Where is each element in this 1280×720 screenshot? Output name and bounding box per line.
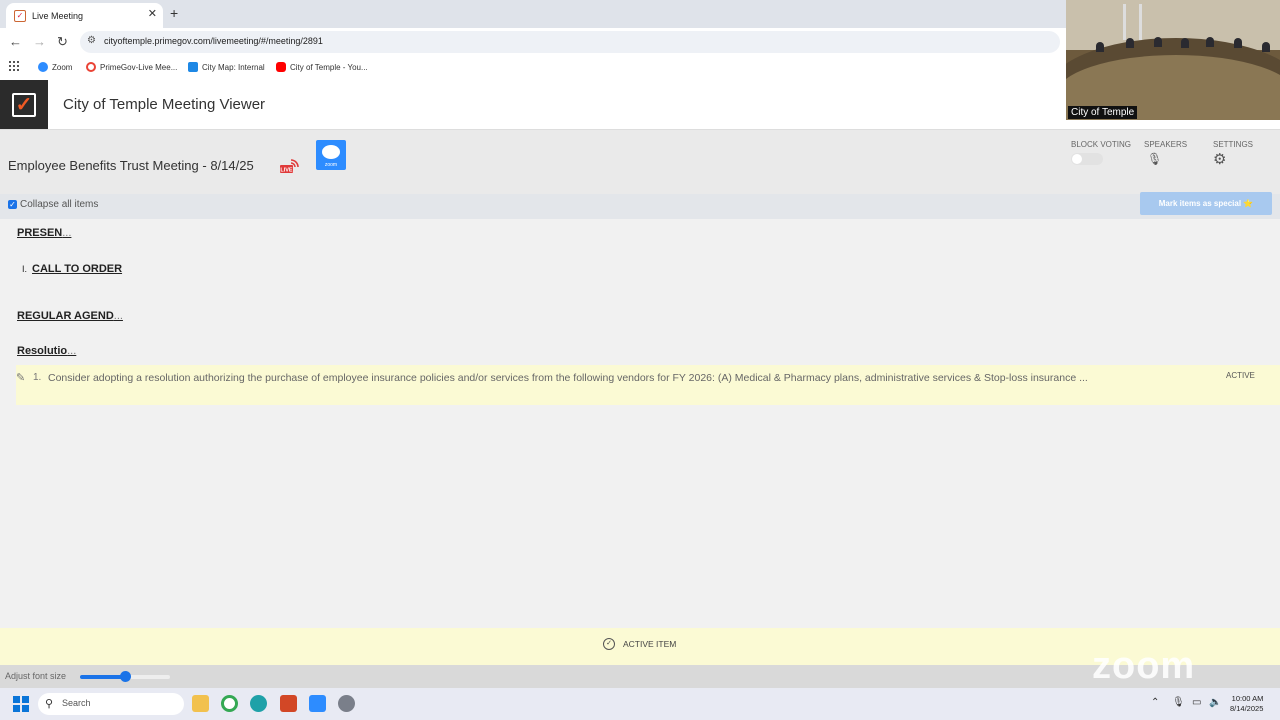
live-label: LIVE [280, 168, 293, 174]
zoom-watermark: zoom [1092, 645, 1196, 687]
collapse-all-label[interactable]: Collapse all items [20, 199, 98, 210]
gear-icon[interactable]: ⚙ [1213, 150, 1226, 168]
app-title: City of Temple Meeting Viewer [63, 96, 266, 113]
app-logo[interactable]: ✓ [0, 80, 48, 129]
tray-chevron-up-icon[interactable]: ⌃ [1151, 697, 1159, 708]
video-caption: City of Temple [1068, 106, 1138, 119]
section-ellipsis: ... [113, 310, 123, 322]
settings-app-icon[interactable] [338, 695, 355, 712]
map-icon [188, 62, 198, 72]
font-size-label: Adjust font size [5, 671, 67, 681]
slider-fill [80, 675, 125, 679]
edge-icon[interactable] [250, 695, 267, 712]
live-broadcast-icon[interactable]: LIVE [280, 157, 302, 175]
meeting-video-feed[interactable]: City of Temple [1066, 0, 1280, 120]
collapse-bar: ✓ Collapse all items Mark items as speci… [0, 192, 1280, 219]
taskbar-clock[interactable]: 10:00 AM 8/14/2025 [1230, 694, 1263, 714]
active-item-bar[interactable]: ✓ ACTIVE ITEM [0, 628, 1280, 665]
section-ellipsis: ... [62, 227, 72, 239]
url-text[interactable]: cityoftemple.primegov.com/livemeeting/#/… [104, 36, 323, 46]
pencil-icon[interactable]: ✎ [16, 371, 25, 384]
agenda-section-regular-agenda[interactable]: REGULAR AGEND... [17, 310, 123, 322]
tab-title: Live Meeting [32, 10, 84, 21]
taskbar-search[interactable]: ⚲ Search [38, 693, 184, 715]
item-number: I. [22, 264, 28, 274]
tray-network-icon[interactable]: ▭ [1192, 697, 1201, 708]
chrome-icon[interactable] [221, 695, 238, 712]
council-member [1206, 37, 1214, 47]
active-agenda-item[interactable]: ✎ 1. Consider adopting a resolution auth… [16, 365, 1280, 405]
council-member [1234, 38, 1242, 48]
google-icon [86, 62, 96, 72]
bookmark-label: PrimeGov-Live Mee... [100, 62, 178, 72]
meeting-header: Employee Benefits Trust Meeting - 8/14/2… [0, 130, 1280, 194]
site-settings-icon[interactable]: ⚙ [87, 35, 96, 46]
powerpoint-icon[interactable] [280, 695, 297, 712]
section-label: Resolutio [17, 345, 68, 357]
bookmark-zoom[interactable]: Zoom [38, 62, 72, 72]
active-item-label: ACTIVE ITEM [623, 639, 677, 649]
active-status-badge: ACTIVE [1226, 371, 1255, 380]
clock-date: 8/14/2025 [1230, 704, 1264, 713]
search-label: Search [62, 698, 91, 708]
reload-icon[interactable]: ↻ [57, 35, 68, 48]
clock-time: 10:00 AM [1231, 694, 1264, 703]
council-member [1126, 38, 1134, 48]
item-text: Consider adopting a resolution authorizi… [48, 372, 1088, 384]
checkbox-favicon-icon: ✓ [14, 9, 26, 22]
bookmark-label: City Map: Internal [202, 62, 265, 72]
back-icon[interactable]: ← [9, 35, 22, 48]
windows-taskbar: ⚲ Search ⌃ 🎙 ▭ 🔈 10:00 AM 8/14/2025 [0, 688, 1280, 720]
windows-start-icon[interactable] [13, 696, 29, 712]
block-voting-label: BLOCK VOTING [1071, 140, 1132, 149]
flagpole [1123, 4, 1126, 40]
agenda-item-call-to-order[interactable]: I. CALL TO ORDER [22, 263, 122, 275]
zoom-button[interactable]: zoom [316, 140, 346, 170]
url-field[interactable]: ⚙ cityoftemple.primegov.com/livemeeting/… [80, 31, 1060, 53]
council-member [1096, 42, 1104, 52]
item-number: 1. [33, 372, 42, 383]
agenda-section-resolutions[interactable]: Resolutio... [17, 345, 76, 357]
zoom-button-label: zoom [324, 162, 338, 168]
zoom-app-icon[interactable] [309, 695, 326, 712]
search-icon: ⚲ [45, 698, 54, 710]
new-tab-icon[interactable]: + [170, 5, 178, 21]
zoom-icon [38, 62, 48, 72]
slider-handle[interactable] [120, 671, 131, 682]
collapse-all-checkbox[interactable]: ✓ [8, 200, 17, 209]
tray-microphone-icon[interactable]: 🎙 [1172, 697, 1185, 708]
item-label: CALL TO ORDER [32, 263, 123, 275]
settings-label: SETTINGS [1213, 140, 1254, 149]
section-label: REGULAR AGEND [17, 310, 114, 322]
file-explorer-icon[interactable] [192, 695, 209, 712]
bookmark-primegov[interactable]: PrimeGov-Live Mee... [86, 62, 177, 72]
youtube-icon [276, 62, 286, 72]
block-voting-toggle[interactable] [1071, 153, 1103, 165]
checkmark-logo-icon: ✓ [12, 92, 36, 117]
apps-grid-icon[interactable] [9, 61, 19, 71]
bookmark-label: City of Temple - You... [290, 62, 368, 72]
close-tab-icon[interactable]: ✕ [148, 7, 157, 20]
active-item-icon: ✓ [603, 638, 615, 650]
microphone-icon[interactable]: 🎙 [1147, 152, 1162, 166]
mark-special-button[interactable]: Mark items as special ⭐ [1140, 192, 1272, 215]
font-size-bar: Adjust font size [0, 665, 1280, 688]
section-label: PRESEN [17, 227, 63, 239]
section-ellipsis: ... [67, 345, 77, 357]
council-member [1262, 42, 1270, 52]
agenda-section-presentation[interactable]: PRESEN... [17, 227, 71, 239]
council-member [1154, 37, 1162, 47]
council-member [1181, 38, 1189, 48]
zoom-camera-icon [322, 145, 340, 159]
meeting-title: Employee Benefits Trust Meeting - 8/14/2… [8, 158, 254, 173]
speakers-label: SPEAKERS [1144, 140, 1188, 149]
forward-icon[interactable]: → [33, 35, 46, 48]
bookmark-youtube[interactable]: City of Temple - You... [276, 62, 368, 72]
flagpole [1139, 4, 1142, 40]
bookmark-city-map[interactable]: City Map: Internal [188, 62, 265, 72]
browser-tab[interactable]: ✓ Live Meeting ✕ [6, 3, 163, 28]
font-size-slider[interactable] [80, 671, 170, 682]
tray-volume-icon[interactable]: 🔈 [1209, 697, 1221, 708]
bookmark-label: Zoom [52, 62, 73, 72]
